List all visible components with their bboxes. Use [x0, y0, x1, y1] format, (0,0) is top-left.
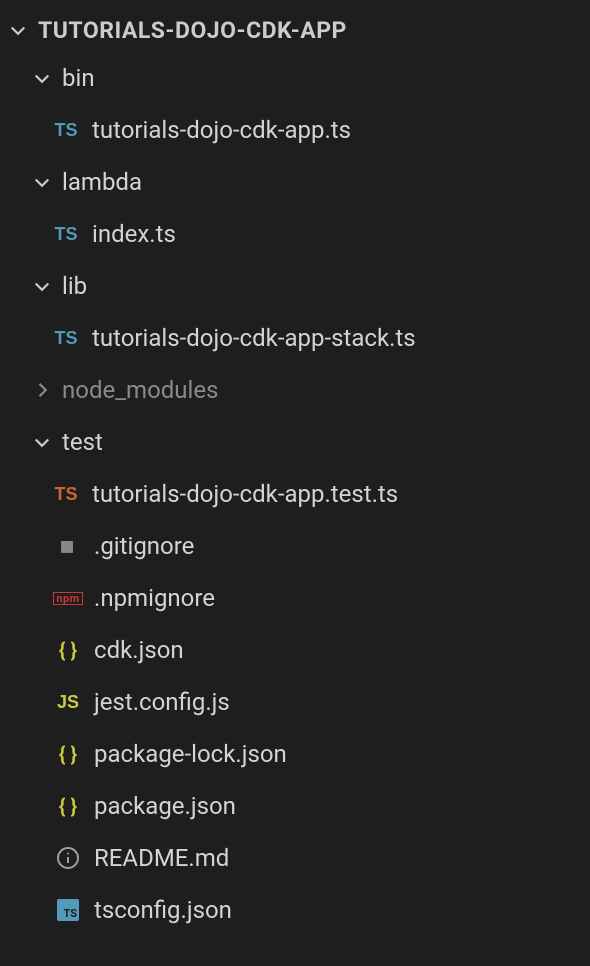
file-label: cdk.json — [94, 636, 184, 664]
info-icon — [54, 844, 82, 872]
file-index-ts[interactable]: TS index.ts — [0, 208, 590, 260]
chevron-down-icon — [32, 68, 52, 88]
file-tutorials-dojo-cdk-app-test-ts[interactable]: TS tutorials-dojo-cdk-app.test.ts — [0, 468, 590, 520]
chevron-down-icon — [32, 172, 52, 192]
folder-test[interactable]: test — [0, 416, 590, 468]
root-folder-name: TUTORIALS-DOJO-CDK-APP — [38, 17, 347, 44]
file-label: README.md — [94, 844, 229, 872]
file-gitignore[interactable]: ◆ .gitignore — [0, 520, 590, 572]
folder-label: bin — [62, 64, 95, 92]
typescript-icon: TS — [52, 116, 80, 144]
typescript-icon: TS — [52, 324, 80, 352]
javascript-icon: JS — [54, 688, 82, 716]
file-npmignore[interactable]: npm .npmignore — [0, 572, 590, 624]
file-label: index.ts — [92, 220, 176, 248]
file-label: tutorials-dojo-cdk-app.ts — [92, 116, 351, 144]
file-tsconfig-json[interactable]: TS tsconfig.json — [0, 884, 590, 936]
file-readme-md[interactable]: README.md — [0, 832, 590, 884]
folder-label: lambda — [62, 168, 142, 196]
chevron-down-icon — [32, 432, 52, 452]
chevron-down-icon — [8, 20, 28, 40]
file-explorer-tree: TUTORIALS-DOJO-CDK-APP bin TS tutorials-… — [0, 0, 590, 936]
file-cdk-json[interactable]: { } cdk.json — [0, 624, 590, 676]
json-icon: { } — [54, 792, 82, 820]
file-package-lock-json[interactable]: { } package-lock.json — [0, 728, 590, 780]
tsconfig-icon: TS — [54, 896, 82, 924]
typescript-icon: TS — [52, 220, 80, 248]
folder-label: node_modules — [62, 376, 218, 404]
folder-lib[interactable]: lib — [0, 260, 590, 312]
folder-node-modules[interactable]: node_modules — [0, 364, 590, 416]
folder-label: test — [62, 428, 103, 456]
file-label: jest.config.js — [94, 688, 230, 716]
folder-label: lib — [62, 272, 87, 300]
folder-lambda[interactable]: lambda — [0, 156, 590, 208]
file-jest-config-js[interactable]: JS jest.config.js — [0, 676, 590, 728]
file-label: package-lock.json — [94, 740, 287, 768]
npm-icon: npm — [54, 584, 82, 612]
file-tutorials-dojo-cdk-app-ts[interactable]: TS tutorials-dojo-cdk-app.ts — [0, 104, 590, 156]
typescript-test-icon: TS — [52, 480, 80, 508]
file-package-json[interactable]: { } package.json — [0, 780, 590, 832]
json-icon: { } — [54, 636, 82, 664]
file-label: .npmignore — [94, 584, 215, 612]
json-icon: { } — [54, 740, 82, 768]
file-tutorials-dojo-cdk-app-stack-ts[interactable]: TS tutorials-dojo-cdk-app-stack.ts — [0, 312, 590, 364]
file-label: .gitignore — [94, 532, 194, 560]
file-label: tutorials-dojo-cdk-app-stack.ts — [92, 324, 416, 352]
chevron-right-icon — [32, 380, 52, 400]
root-folder-header[interactable]: TUTORIALS-DOJO-CDK-APP — [0, 8, 590, 52]
file-label: package.json — [94, 792, 236, 820]
file-label: tsconfig.json — [94, 896, 232, 924]
folder-bin[interactable]: bin — [0, 52, 590, 104]
file-label: tutorials-dojo-cdk-app.test.ts — [92, 480, 398, 508]
git-icon: ◆ — [48, 526, 88, 566]
chevron-down-icon — [32, 276, 52, 296]
